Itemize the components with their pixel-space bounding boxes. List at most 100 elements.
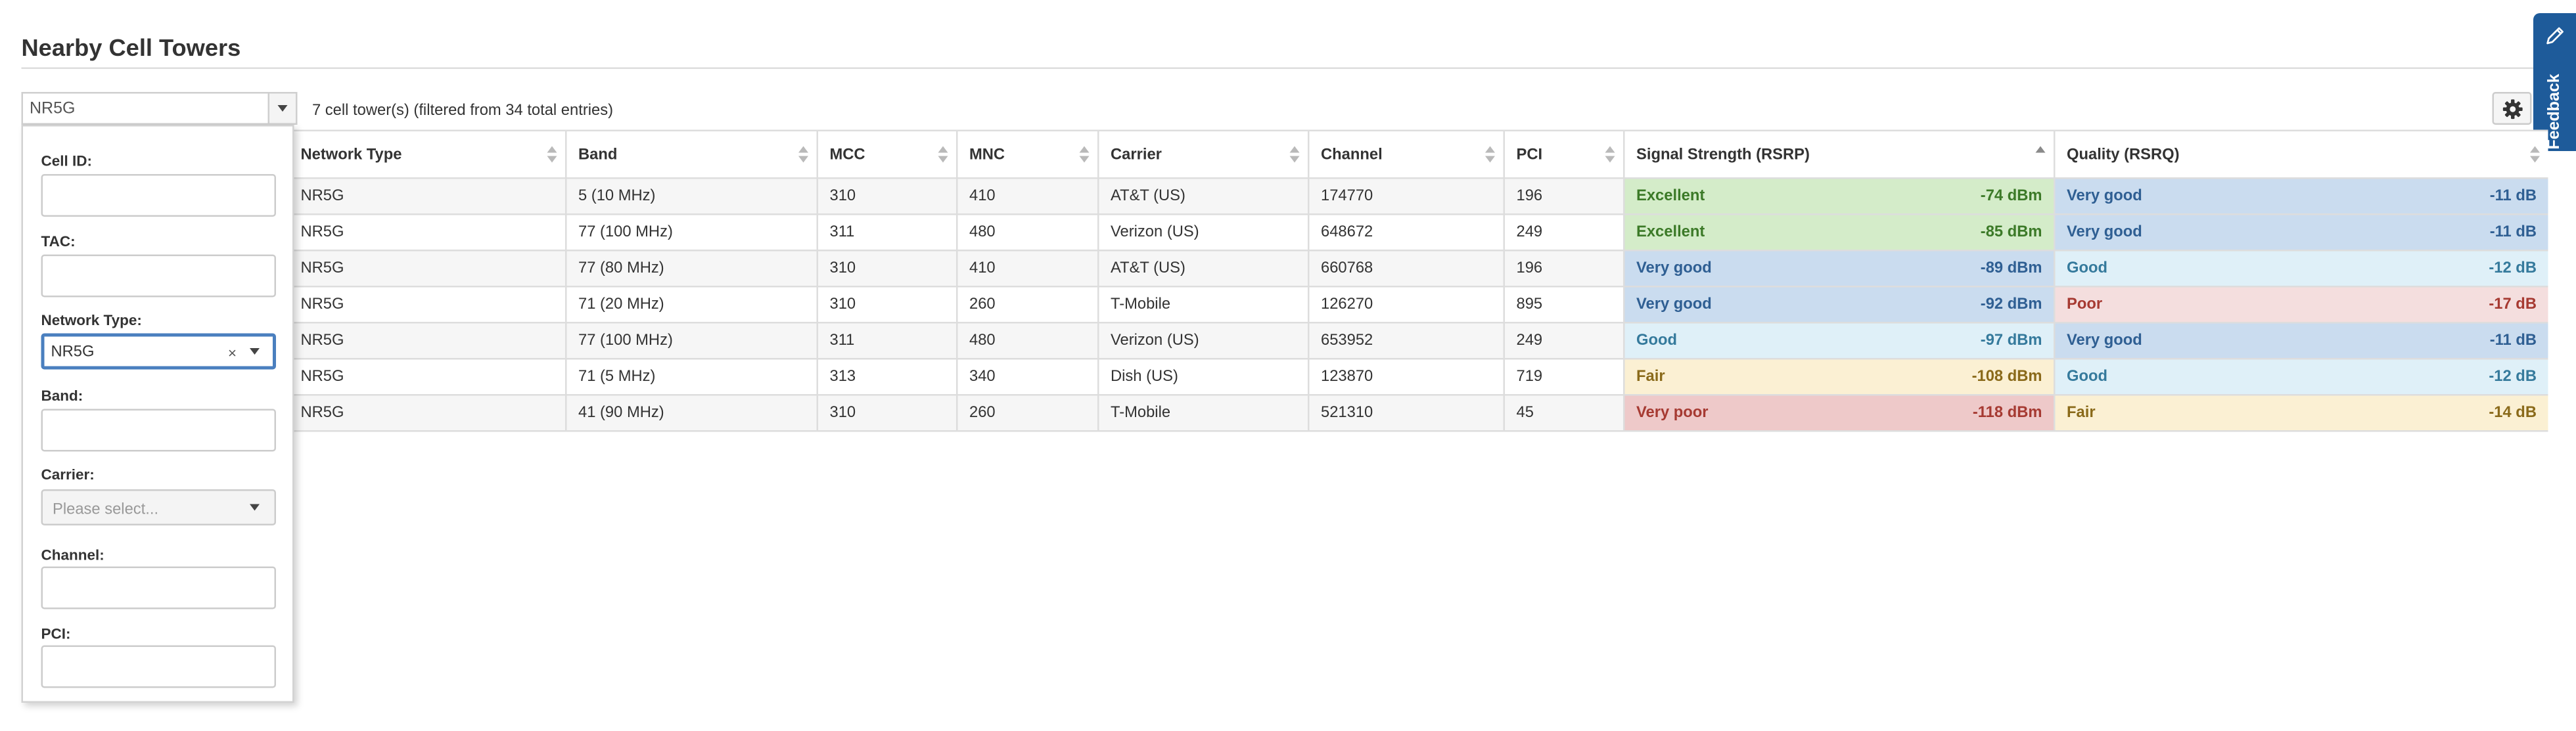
cell-channel: 660768 — [1308, 252, 1504, 286]
cell-mnc: 410 — [956, 252, 1097, 286]
sort-down-arrow — [1290, 156, 1300, 163]
cell-text: Verizon (US) — [1111, 332, 1199, 350]
cell-text: NR5G — [301, 296, 344, 314]
column-header[interactable]: Quality (RSRQ) — [2054, 131, 2548, 177]
quality-rating-label: Very good — [2067, 223, 2142, 242]
quality-cell: Very good-11 dB — [2054, 215, 2548, 250]
cell-text: 77 (100 MHz) — [578, 223, 673, 242]
sort-up-arrow — [938, 146, 948, 153]
cell-mnc: 410 — [956, 179, 1097, 214]
table-row[interactable]: 2386568NR5G77 (100 MHz)311480Verizon (US… — [22, 324, 2548, 360]
cell-carrier: Verizon (US) — [1097, 215, 1308, 250]
quality-cell: Very good-11 dB — [2054, 324, 2548, 359]
page-root: Nearby Cell Towers NR5G 7 cell tower(s) … — [0, 0, 2576, 731]
cell-text: 521310 — [1321, 404, 1373, 422]
channel-input[interactable] — [41, 567, 277, 609]
carrier-select[interactable]: Please select... — [41, 489, 277, 525]
quality-value: -12 dB — [2489, 259, 2537, 278]
cell-text: 71 (20 MHz) — [578, 296, 664, 314]
table-header-row: ACNetwork TypeBandMCCMNCCarrierChannelPC… — [22, 131, 2548, 179]
cell-text: 653952 — [1321, 332, 1373, 350]
signal-rating-label: Very poor — [1636, 404, 1709, 422]
gear-icon — [2502, 99, 2524, 120]
table-row[interactable]: 2386568NR5G77 (100 MHz)311480Verizon (US… — [22, 215, 2548, 252]
cell-id-input[interactable] — [41, 174, 277, 217]
cell-channel: 653952 — [1308, 324, 1504, 359]
filter-select-toggle[interactable] — [268, 94, 296, 123]
cell-mcc: 310 — [817, 252, 957, 286]
band-input[interactable] — [41, 409, 277, 452]
sort-up-arrow — [547, 146, 557, 153]
cell-text: 719 — [1517, 368, 1543, 386]
cell-text: 5 (10 MHz) — [578, 187, 655, 206]
cell-channel: 126270 — [1308, 288, 1504, 322]
tac-input[interactable] — [41, 255, 277, 298]
cell-text: AT&T (US) — [1111, 187, 1185, 206]
cell-text: 310 — [830, 259, 856, 278]
column-header[interactable]: MNC — [956, 131, 1097, 177]
settings-button[interactable] — [2493, 92, 2532, 125]
cell-network-type: NR5G — [288, 360, 566, 395]
quality-cell: Good-12 dB — [2054, 252, 2548, 286]
cell-band: 41 (90 MHz) — [565, 396, 817, 431]
table-row[interactable]: 1204096NR5G41 (90 MHz)310260T-Mobile5213… — [22, 396, 2548, 432]
cell-pci: 196 — [1504, 179, 1624, 214]
signal-cell: Good-97 dBm — [1623, 324, 2054, 359]
quality-rating-label: Fair — [2067, 404, 2096, 422]
signal-rating-label: Very good — [1636, 296, 1712, 314]
clear-selection-icon[interactable]: × — [228, 345, 237, 361]
cell-carrier: Verizon (US) — [1097, 324, 1308, 359]
network-type-select[interactable]: NR5G× — [41, 334, 277, 370]
column-header[interactable]: Network Type — [288, 131, 566, 177]
page-title: Nearby Cell Towers — [22, 36, 241, 62]
quality-value: -11 dB — [2490, 187, 2537, 206]
sort-icon — [2530, 146, 2540, 165]
column-header[interactable]: Signal Strength (RSRP) — [1623, 131, 2054, 177]
cell-mcc: 310 — [817, 396, 957, 431]
cell-network-type: NR5G — [288, 324, 566, 359]
signal-cell: Very good-89 dBm — [1623, 252, 2054, 286]
cell-text: 126270 — [1321, 296, 1373, 314]
quality-value: -17 dB — [2489, 296, 2537, 314]
cell-text: 45 — [1517, 404, 1534, 422]
pci-input[interactable] — [41, 646, 277, 688]
column-header-label: MNC — [969, 146, 1005, 165]
column-header[interactable]: Channel — [1308, 131, 1504, 177]
signal-rating-label: Fair — [1636, 368, 1665, 386]
signal-rating-label: Very good — [1636, 259, 1712, 278]
cell-text: NR5G — [301, 404, 344, 422]
sort-down-arrow — [1080, 156, 1090, 163]
signal-value: -97 dBm — [1981, 332, 2042, 350]
cell-text: T-Mobile — [1111, 296, 1170, 314]
signal-cell: Very poor-118 dBm — [1623, 396, 2054, 431]
cell-text: NR5G — [301, 223, 344, 242]
cell-mnc: 260 — [956, 288, 1097, 322]
column-header-label: Channel — [1321, 146, 1383, 165]
sort-icon — [798, 146, 808, 165]
cell-text: 196 — [1517, 187, 1543, 206]
column-header[interactable]: Band — [565, 131, 817, 177]
cell-text: 660768 — [1321, 259, 1373, 278]
table-row[interactable]: 118675NR5G5 (10 MHz)310410AT&T (US)17477… — [22, 179, 2548, 215]
cell-band: 71 (5 MHz) — [565, 360, 817, 395]
cell-text: 410 — [969, 259, 996, 278]
table-row[interactable]: 2299NR5G71 (5 MHz)313340Dish (US)1238707… — [22, 360, 2548, 396]
column-header[interactable]: Carrier — [1097, 131, 1308, 177]
pencil-icon — [2545, 25, 2567, 47]
table-row[interactable]: 1204096NR5G71 (20 MHz)310260T-Mobile1262… — [22, 288, 2548, 324]
column-header[interactable]: MCC — [817, 131, 957, 177]
cell-band: 77 (100 MHz) — [565, 324, 817, 359]
sort-down-arrow — [547, 156, 557, 163]
cell-mnc: 260 — [956, 396, 1097, 431]
signal-cell: Very good-92 dBm — [1623, 288, 2054, 322]
network-type-label: Network Type: — [41, 312, 142, 328]
cell-carrier: AT&T (US) — [1097, 252, 1308, 286]
table-row[interactable]: 118675NR5G77 (80 MHz)310410AT&T (US)6607… — [22, 252, 2548, 288]
cell-text: Dish (US) — [1111, 368, 1178, 386]
cell-pci: 895 — [1504, 288, 1624, 322]
cell-text: 311 — [830, 332, 855, 350]
cell-text: 249 — [1517, 223, 1543, 242]
column-header[interactable]: PCI — [1504, 131, 1624, 177]
network-type-filter-select[interactable]: NR5G — [22, 92, 298, 125]
sort-down-arrow — [1605, 156, 1615, 163]
